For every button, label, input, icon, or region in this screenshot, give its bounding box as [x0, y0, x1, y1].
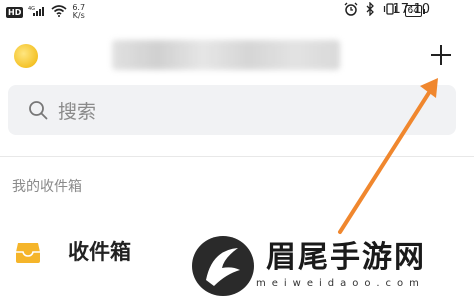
add-button[interactable] — [426, 40, 456, 70]
network-speed: 6.7 K/s — [72, 4, 85, 20]
section-title: 我的收件箱 — [12, 179, 82, 195]
avatar[interactable] — [14, 44, 38, 68]
wifi-icon — [51, 4, 67, 20]
plus-icon — [431, 45, 451, 65]
status-left: HD 4G 6.7 K/s — [6, 4, 85, 20]
alarm-icon — [344, 2, 358, 19]
divider — [0, 156, 474, 157]
search-placeholder: 搜索 — [58, 100, 97, 123]
search-icon — [29, 101, 48, 120]
signal-icon: 4G — [28, 5, 46, 20]
inbox-label: 收件箱 — [68, 240, 131, 264]
signal-label: 4G — [28, 6, 35, 12]
account-name-blurred — [112, 40, 340, 70]
watermark-title: 眉尾手游网 — [266, 240, 426, 275]
hd-badge: HD — [6, 6, 24, 18]
watermark-url: meiweidaoo.com — [256, 278, 425, 289]
status-time: 17:10 — [392, 2, 430, 17]
watermark-logo — [192, 236, 254, 296]
search-input[interactable]: 搜索 — [8, 85, 456, 135]
inbox-icon — [16, 243, 40, 263]
status-bar: HD 4G 6.7 K/s 64 17:10 — [0, 0, 474, 22]
bluetooth-icon — [366, 1, 375, 19]
watermark: 眉尾手游网 meiweidaoo.com — [186, 228, 474, 300]
speed-unit: K/s — [72, 11, 85, 20]
